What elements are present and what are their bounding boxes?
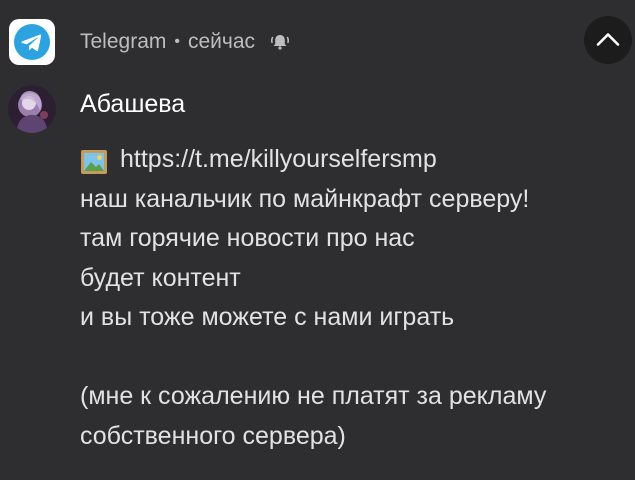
message-line: будет контент (80, 263, 241, 292)
collapse-notification-button[interactable] (584, 16, 632, 64)
telegram-app-icon (9, 19, 55, 65)
message-line: там горячие новости про нас (80, 224, 415, 252)
header-separator: • (174, 33, 180, 50)
notification-header: Telegram • сейчас (80, 28, 291, 56)
sender-name: Абашева (80, 90, 186, 118)
message-line-link: https://t.me/killyourselfersmp (80, 140, 625, 180)
sender-avatar (8, 85, 56, 133)
framed-picture-icon (80, 148, 108, 174)
message-line: и вы тоже можете с нами играть (80, 303, 455, 331)
message-link-text[interactable]: https://t.me/killyourselfersmp (120, 140, 437, 180)
telegram-icon (14, 24, 50, 60)
chevron-up-icon (596, 33, 620, 46)
app-name: Telegram (80, 30, 167, 53)
message-line: (мне к сожалению не платят за рекламу (80, 382, 547, 410)
message-body: https://t.me/killyourselfersmp наш канал… (80, 140, 625, 456)
notification-card[interactable]: Telegram • сейчас Абашева https://t.me/k… (0, 0, 635, 480)
message-line: собственного сервера) (80, 421, 346, 450)
avatar-image (8, 85, 56, 133)
message-line: наш канальчик по майнкрафт серверу! (80, 184, 530, 213)
bell-ringing-icon (269, 31, 291, 53)
notification-time: сейчас (187, 30, 256, 53)
